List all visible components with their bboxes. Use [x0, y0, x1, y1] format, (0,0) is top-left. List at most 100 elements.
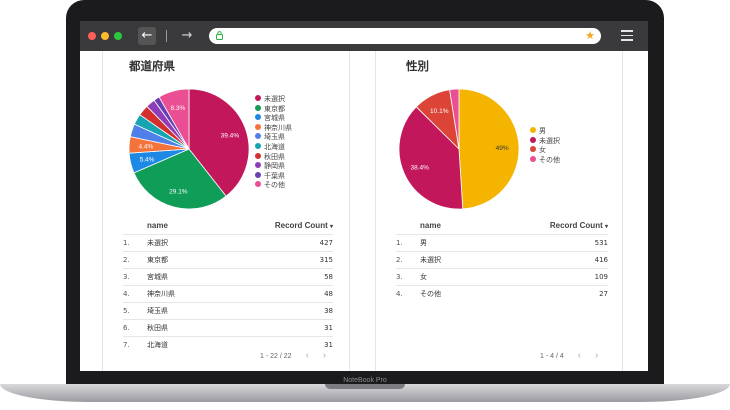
row-index: 3.	[123, 268, 147, 286]
prev-page-chevron-icon[interactable]: ‹	[578, 350, 581, 361]
row-index: 3.	[396, 268, 420, 286]
sort-descending-icon[interactable]: ▾	[605, 224, 608, 230]
row-record-count: 27	[520, 285, 608, 302]
legend-label: 男	[539, 127, 546, 135]
row-record-count: 48	[247, 285, 333, 303]
row-record-count: 109	[520, 268, 608, 286]
legend-label: 女	[539, 146, 546, 155]
prefecture-slice-label: 5.4%	[140, 157, 155, 164]
legend-label: 静岡県	[264, 162, 285, 171]
legend-label: 未選択	[264, 95, 285, 103]
gender-legend-item[interactable]: 未選択	[530, 136, 560, 147]
prefecture-legend-item[interactable]: 北海道	[255, 142, 292, 153]
prefecture-legend-item[interactable]: 神奈川県	[255, 123, 292, 134]
legend-swatch	[255, 104, 261, 111]
row-index: 4.	[396, 285, 420, 302]
column-header-record-count[interactable]: Record Count ▾	[520, 216, 608, 235]
prefecture-legend-item[interactable]: 千葉県	[255, 171, 292, 182]
legend-label: 秋田県	[264, 152, 285, 161]
row-index: 2.	[123, 251, 147, 269]
laptop-brand-label: NoteBook Pro	[343, 377, 387, 384]
legend-label: その他	[264, 181, 285, 190]
prefecture-legend-item[interactable]: 未選択	[255, 95, 292, 105]
legend-label: 千葉県	[264, 171, 285, 180]
gender-pagination: 1 - 4 / 4 ‹ ›	[540, 350, 598, 361]
prefecture-legend-item[interactable]: 静岡県	[255, 162, 292, 172]
legend-swatch	[530, 127, 536, 133]
legend-swatch	[530, 155, 536, 162]
gender-title: 性別	[406, 59, 429, 73]
table-row[interactable]: 3. 女 109	[396, 268, 608, 286]
column-header-record-count[interactable]: Record Count ▾	[247, 216, 333, 235]
pagination-range: 1 - 4 / 4	[540, 353, 564, 360]
next-page-chevron-icon[interactable]: ›	[323, 350, 326, 361]
gender-slice-label: 49%	[496, 145, 509, 152]
prefecture-pagination: 1 - 22 / 22 ‹ ›	[260, 350, 326, 361]
prefecture-pie-chart: 39.4% 29.1% 5.4% 4.4% 8.3%	[128, 88, 250, 210]
row-name: 東京都	[147, 251, 247, 269]
legend-swatch	[255, 162, 261, 169]
table-row[interactable]: 6. 秋田県 31	[123, 319, 333, 337]
row-index: 5.	[123, 302, 147, 320]
row-name: 男	[420, 234, 520, 252]
prefecture-legend-item[interactable]: 秋田県	[255, 152, 292, 163]
legend-label: その他	[539, 155, 560, 164]
forward-arrow-icon[interactable]: →	[178, 27, 196, 45]
sort-descending-icon[interactable]: ▾	[330, 224, 333, 230]
browser-toolbar: ← → ★	[80, 21, 648, 51]
legend-swatch	[530, 146, 536, 153]
row-name: 宮城県	[147, 268, 247, 286]
table-row[interactable]: 4. その他 27	[396, 285, 608, 302]
legend-label: 未選択	[539, 136, 560, 145]
prev-page-chevron-icon[interactable]: ‹	[305, 350, 308, 361]
close-window-dot[interactable]	[88, 32, 96, 40]
legend-swatch	[255, 95, 261, 101]
column-header-name[interactable]: name	[147, 216, 247, 235]
table-row[interactable]: 5. 埼玉県 38	[123, 302, 333, 320]
table-row[interactable]: 3. 宮城県 58	[123, 268, 333, 286]
prefecture-slice-label: 29.1%	[169, 188, 188, 195]
row-record-count: 31	[247, 319, 333, 337]
row-record-count: 315	[247, 251, 333, 269]
prefecture-legend-item[interactable]: その他	[255, 181, 292, 191]
prefecture-legend-item[interactable]: 東京都	[255, 104, 292, 115]
legend-label: 埼玉県	[264, 133, 285, 142]
table-row[interactable]: 4. 神奈川県 48	[123, 285, 333, 303]
legend-swatch	[255, 142, 261, 149]
maximize-window-dot[interactable]	[114, 32, 122, 40]
table-row[interactable]: 1. 未選択 427	[123, 234, 333, 252]
legend-swatch	[255, 181, 261, 188]
table-row[interactable]: 2. 未選択 416	[396, 251, 608, 269]
prefecture-table: name Record Count ▾ 1. 未選択 427 2. 東京都 315 3. 宮城…	[123, 216, 333, 353]
gender-legend-item[interactable]: その他	[530, 155, 560, 166]
row-index: 4.	[123, 285, 147, 303]
toolbar-divider	[166, 30, 167, 42]
back-arrow-icon[interactable]: ←	[138, 27, 156, 45]
gender-legend-item[interactable]: 女	[530, 146, 560, 156]
minimize-window-dot[interactable]	[101, 32, 109, 40]
prefecture-legend-item[interactable]: 埼玉県	[255, 133, 292, 143]
bookmark-star-icon[interactable]: ★	[585, 29, 595, 43]
lock-icon	[216, 31, 223, 43]
hamburger-menu-icon[interactable]	[621, 30, 633, 44]
legend-label: 神奈川県	[264, 123, 292, 132]
row-name: 神奈川県	[147, 285, 247, 303]
address-bar[interactable]: ★	[209, 28, 601, 44]
table-row[interactable]: 2. 東京都 315	[123, 251, 333, 269]
legend-swatch	[530, 136, 536, 143]
legend-label: 北海道	[264, 142, 285, 151]
row-name: 女	[420, 268, 520, 286]
gender-slice-label: 10.1%	[430, 108, 449, 115]
column-header-name[interactable]: name	[420, 216, 520, 235]
row-index: 7.	[123, 336, 147, 353]
next-page-chevron-icon[interactable]: ›	[595, 350, 598, 361]
row-index: 1.	[396, 234, 420, 252]
row-record-count: 427	[247, 234, 333, 252]
gender-table: name Record Count ▾ 1. 男 531 2. 未選択 416 3. 女 109…	[396, 216, 608, 302]
gender-legend-item[interactable]: 男	[530, 127, 560, 137]
gender-slice-1[interactable]	[458, 88, 520, 210]
table-row[interactable]: 1. 男 531	[396, 234, 608, 252]
row-index: 6.	[123, 319, 147, 337]
gender-slice-label: 38.4%	[410, 164, 429, 171]
prefecture-legend-item[interactable]: 宮城県	[255, 114, 292, 124]
